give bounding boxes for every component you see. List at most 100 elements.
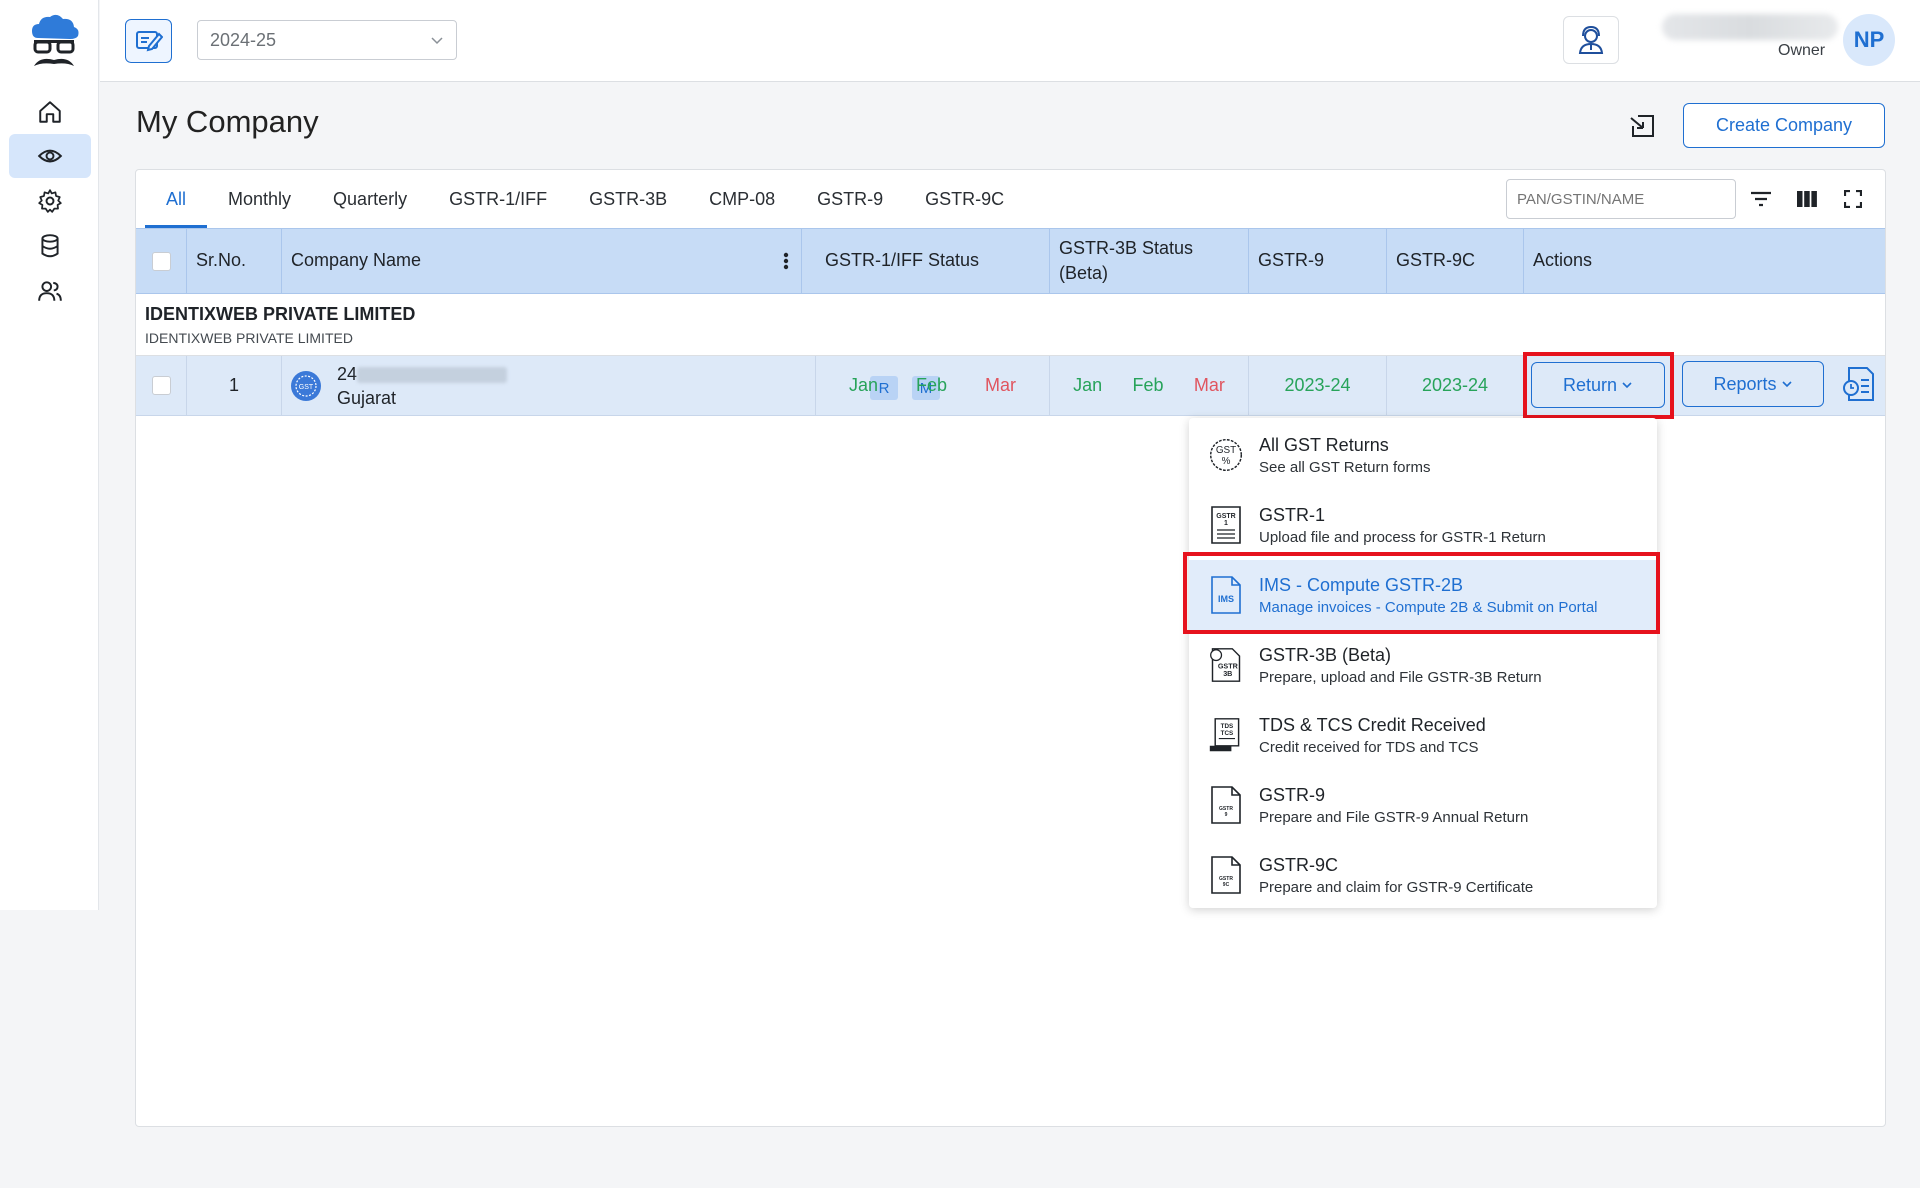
row-select-cell [136,356,187,415]
columns-button[interactable] [1794,186,1820,212]
sidebar-item-view[interactable] [9,134,91,178]
menu-item-gstr9c[interactable]: GSTR 9C GSTR-9C Prepare and claim for GST… [1189,840,1657,910]
tab-monthly[interactable]: Monthly [207,170,312,228]
financial-year-select[interactable]: 2024-25 [197,20,457,60]
svg-text:1: 1 [1224,520,1228,527]
import-button[interactable] [1625,108,1661,144]
gstr3b-month-jan[interactable]: Jan [1073,375,1102,396]
gstr3b-doc-icon: GSTR 3B [1208,645,1244,685]
header-company-label: Company Name [291,250,422,271]
reports-button-label: Reports [1713,373,1777,394]
tab-gstr9[interactable]: GSTR-9 [796,170,904,228]
eye-icon [37,149,63,163]
gstr3b-month-feb[interactable]: Feb [1133,375,1164,396]
row-checkbox[interactable] [151,376,171,395]
header-company[interactable]: Company Name [282,229,802,293]
menu-item-desc: Prepare and File GSTR-9 Annual Return [1259,809,1529,826]
sidebar-item-home[interactable] [9,90,91,134]
row-company-cell[interactable]: GST 24 Gujarat R M [282,356,940,415]
sidebar-item-database[interactable] [9,224,91,268]
gstr1-doc-icon: GSTR 1 [1208,505,1244,545]
user-role: Owner [1778,42,1826,59]
header-srno[interactable]: Sr.No. [187,229,282,293]
gst-percent-icon: GST% [1208,435,1244,475]
menu-item-desc: Prepare, upload and File GSTR-3B Return [1259,669,1542,686]
sidebar [0,0,99,910]
sidebar-item-users[interactable] [9,269,91,313]
select-all-cell [136,229,187,293]
tab-gstr1-iff[interactable]: GSTR-1/IFF [428,170,568,228]
row-gstr9c[interactable]: 2023-24 [1387,356,1524,415]
home-icon [39,101,61,123]
tab-all[interactable]: All [145,170,208,228]
import-icon [1630,115,1654,137]
row-gstr9[interactable]: 2023-24 [1249,356,1387,415]
support-agent-icon [1578,25,1604,54]
avatar[interactable]: NP [1843,14,1895,66]
menu-item-gstr1[interactable]: GSTR 1 GSTR-1 Upload file and process for… [1189,490,1657,560]
svg-text:9: 9 [1225,812,1228,818]
users-icon [38,281,62,301]
header-actions: Actions [1533,250,1593,271]
svg-text:GSTR: GSTR [1216,513,1235,520]
more-vert-icon[interactable] [783,251,789,271]
tab-cmp08[interactable]: CMP-08 [688,170,796,228]
sidebar-item-settings[interactable] [9,179,91,223]
page-title: My Company [136,104,319,139]
app-logo[interactable] [26,12,82,76]
topbar: 2024-25 Owner NP [100,0,1920,82]
report-document-icon [1843,367,1874,401]
filter-button[interactable] [1748,186,1774,212]
svg-text:3B: 3B [1223,669,1232,678]
menu-item-tds-tcs-credit[interactable]: TDS TCS TDS & TCS Credit Received Credit … [1189,700,1657,770]
menu-item-all-gst-returns[interactable]: GST% All GST Returns See all GST Return … [1189,420,1657,490]
return-dropdown-menu: GST% All GST Returns See all GST Return … [1189,418,1657,908]
menu-item-title: GSTR-1 [1259,505,1326,525]
gstin-redacted [357,366,508,383]
row-gstr3b-status: Jan Feb Mar [1050,356,1249,415]
filter-icon [1751,191,1771,207]
gstr1-month-jan[interactable]: Jan [849,375,878,396]
report-doc-button[interactable] [1841,366,1875,402]
svg-text:GST: GST [1216,445,1236,456]
user-name-redacted [1662,14,1838,40]
header-gstr1[interactable]: GSTR-1/IFF Status [816,229,1050,293]
row-srno: 1 [187,356,282,415]
fullscreen-button[interactable] [1840,186,1866,212]
menu-item-desc: Prepare and claim for GSTR-9 Certificate [1259,879,1534,896]
menu-item-title: All GST Returns [1259,435,1389,455]
header-gstr3b-label: GSTR-3B Status [1059,237,1194,258]
group-subtitle: IDENTIXWEB PRIVATE LIMITED [145,330,353,346]
tab-gstr9c[interactable]: GSTR-9C [904,170,1025,228]
tab-gstr3b[interactable]: GSTR-3B [568,170,688,228]
svg-text:GST: GST [299,384,314,391]
gstr1-month-mar[interactable]: Mar [985,375,1016,396]
support-button[interactable] [1563,16,1619,64]
row-gstin-prefix: 24 [337,363,358,384]
reports-button[interactable]: Reports [1682,361,1824,407]
header-gstr9c[interactable]: GSTR-9C [1387,229,1524,293]
header-gstr3b[interactable]: GSTR-3B Status (Beta) [1050,229,1249,293]
edit-note-icon [135,31,163,52]
chevron-down-icon [431,37,443,45]
menu-item-title: GSTR-9 [1259,785,1326,805]
gstr9-doc-icon: GSTR 9 [1208,785,1244,825]
menu-item-gstr3b[interactable]: GSTR 3B GSTR-3B (Beta) Prepare, upload an… [1189,630,1657,700]
quick-edit-button[interactable] [125,19,172,63]
search-input[interactable] [1506,179,1736,219]
fullscreen-icon [1844,190,1862,208]
highlight-ims-menu-item [1183,552,1660,634]
gstr1-month-feb[interactable]: Feb [916,375,947,396]
menu-item-desc: Upload file and process for GSTR-1 Retur… [1259,529,1546,546]
group-title: IDENTIXWEB PRIVATE LIMITED [145,304,416,324]
svg-text:9C: 9C [1223,882,1230,888]
menu-item-gstr9[interactable]: GSTR 9 GSTR-9 Prepare and File GSTR-9 Ann… [1189,770,1657,840]
svg-text:TCS: TCS [1221,730,1234,737]
header-gstr9[interactable]: GSTR-9 [1249,229,1387,293]
tab-quarterly[interactable]: Quarterly [312,170,428,228]
create-company-button[interactable]: Create Company [1683,103,1885,148]
table-header: Sr.No. Company Name GSTR-1/IFF Status GS… [136,228,1885,294]
gst-seal-icon: GST [291,370,321,401]
select-all-checkbox[interactable] [151,251,171,271]
gstr3b-month-mar[interactable]: Mar [1194,375,1225,396]
